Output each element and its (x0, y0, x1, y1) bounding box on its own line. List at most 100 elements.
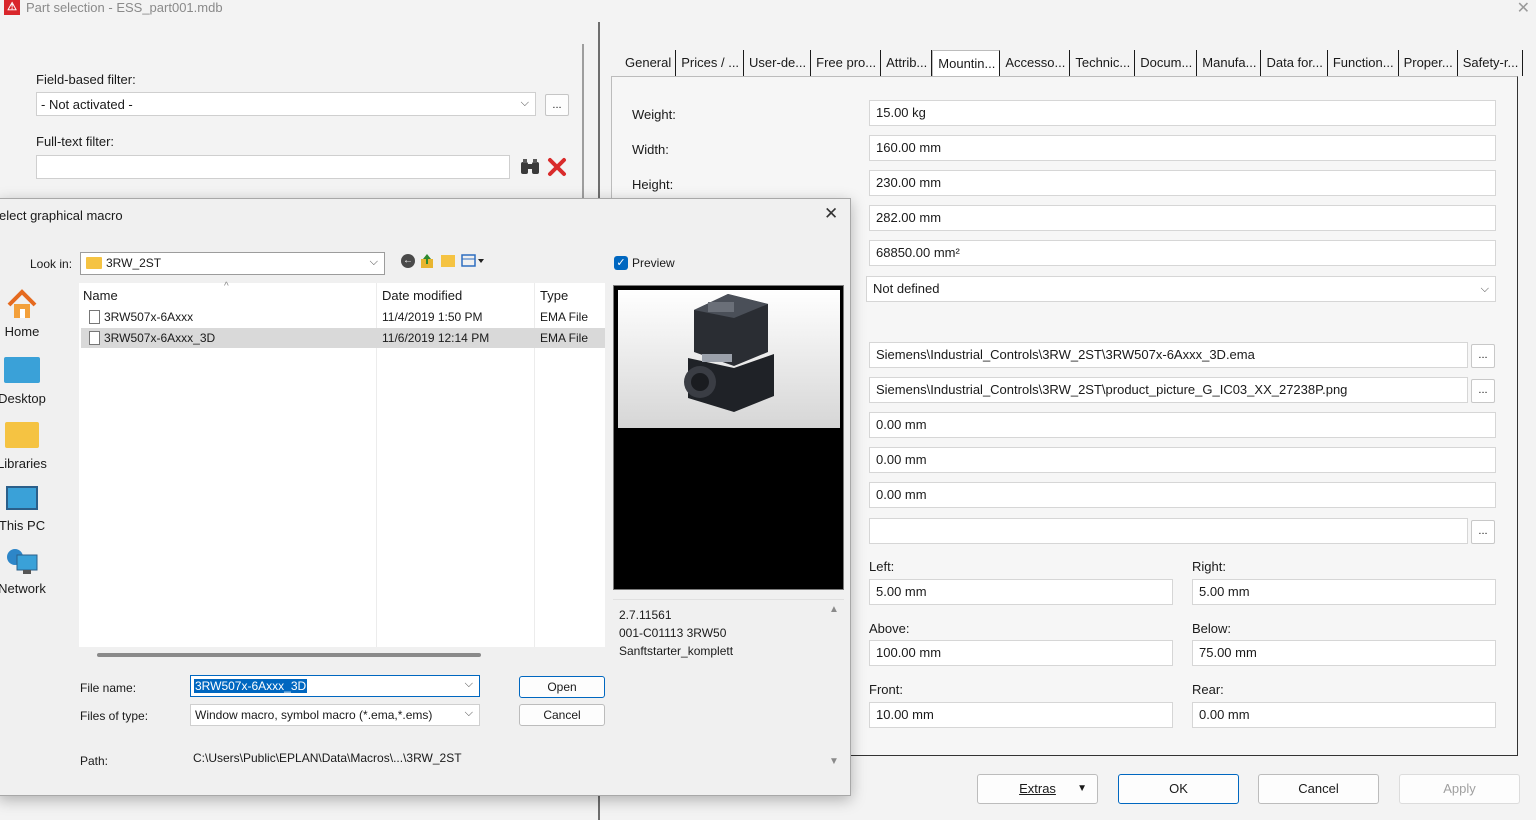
nav-network[interactable]: Network (0, 547, 52, 596)
tab-3[interactable]: Free pro... (811, 50, 882, 76)
depth-field[interactable]: 282.00 mm (869, 205, 1496, 231)
area-field[interactable]: 68850.00 mm² (869, 240, 1496, 266)
rear-clearance-field[interactable]: 0.00 mm (1192, 702, 1496, 728)
offset-field-2[interactable]: 0.00 mm (869, 447, 1496, 473)
left-clearance-field[interactable]: 5.00 mm (869, 579, 1173, 605)
dialog-cancel-button[interactable]: Cancel (519, 704, 605, 726)
look-in-select[interactable]: 3RW_2ST ⌵ (80, 252, 385, 275)
back-icon[interactable]: ← (401, 254, 415, 268)
below-label: Below: (1192, 621, 1232, 636)
tab-1[interactable]: Prices / ... (676, 50, 745, 76)
nav-home-label: Home (4, 324, 40, 339)
ok-button[interactable]: OK (1118, 774, 1239, 804)
tab-0[interactable]: General (620, 50, 677, 76)
description-line-1: 2.7.11561 (619, 608, 672, 622)
extras-button[interactable]: Extras ▼ (977, 774, 1098, 804)
files-of-type-value: Window macro, symbol macro (*.ema,*.ems) (195, 708, 433, 722)
picture-file-field[interactable]: Siemens\Industrial_Controls\3RW_2ST\prod… (869, 377, 1468, 403)
path-label: Path: (80, 754, 109, 768)
cancel-button[interactable]: Cancel (1258, 774, 1379, 804)
width-label: Width: (632, 142, 669, 157)
macro-description: 2.7.11561 001-C01113 3RW50 Sanftstarter_… (613, 599, 844, 773)
tab-11[interactable]: Function... (1328, 50, 1399, 76)
column-header-date[interactable]: Date modified (382, 288, 462, 303)
macro-browse-button[interactable]: ... (1471, 344, 1495, 368)
tab-6[interactable]: Accesso... (1000, 50, 1071, 76)
file-date: 11/4/2019 1:50 PM (382, 310, 483, 324)
empty-field[interactable] (869, 518, 1468, 544)
field-filter-select[interactable]: - Not activated - ⌵ (36, 92, 536, 116)
files-of-type-select[interactable]: Window macro, symbol macro (*.ema,*.ems)… (190, 704, 480, 726)
nav-libraries[interactable]: Libraries (0, 422, 52, 471)
field-filter-more-button[interactable]: ... (545, 94, 569, 116)
scroll-up-icon[interactable]: ▲ (829, 604, 839, 615)
tab-4[interactable]: Attrib... (881, 50, 933, 76)
file-type: EMA File (540, 310, 589, 324)
preview-image-area (618, 290, 840, 428)
field-filter-label: Field-based filter: (36, 72, 136, 87)
soft-starter-image (684, 294, 774, 412)
file-list[interactable]: ^ Name Date modified Type 3RW507x-6Axxx … (79, 281, 605, 647)
right-clearance-field[interactable]: 5.00 mm (1192, 579, 1496, 605)
file-date: 11/6/2019 12:14 PM (382, 331, 490, 345)
computer-icon (6, 486, 38, 510)
tab-7[interactable]: Technic... (1070, 50, 1136, 76)
height-field[interactable]: 230.00 mm (869, 170, 1496, 196)
nav-network-label: Network (0, 581, 46, 596)
tab-10[interactable]: Data for... (1261, 50, 1328, 76)
offset-field-3[interactable]: 0.00 mm (869, 482, 1496, 508)
tab-8[interactable]: Docum... (1135, 50, 1198, 76)
mounting-select[interactable]: Not defined ⌵ (866, 276, 1496, 302)
path-value: C:\Users\Public\EPLAN\Data\Macros\...\3R… (193, 751, 462, 765)
picture-browse-button[interactable]: ... (1471, 379, 1495, 403)
home-icon (7, 289, 37, 318)
width-field[interactable]: 160.00 mm (869, 135, 1496, 161)
new-folder-icon[interactable] (441, 255, 455, 267)
tab-13[interactable]: Safety-r... (1458, 50, 1524, 76)
macro-preview (613, 285, 844, 590)
up-folder-icon[interactable] (420, 253, 434, 269)
binoculars-icon[interactable] (519, 157, 543, 177)
height-label: Height: (632, 177, 674, 192)
weight-field[interactable]: 15.00 kg (869, 100, 1496, 126)
graphical-macro-field[interactable]: Siemens\Industrial_Controls\3RW_2ST\3RW5… (869, 342, 1468, 368)
extras-label: Extras (1019, 781, 1056, 796)
tab-2[interactable]: User-de... (744, 50, 812, 76)
above-clearance-field[interactable]: 100.00 mm (869, 640, 1173, 666)
horizontal-scrollbar[interactable] (97, 653, 481, 657)
tab-5[interactable]: Mountin... (932, 50, 1001, 76)
chevron-down-icon: ⌵ (520, 97, 529, 109)
clear-filter-icon[interactable] (546, 156, 568, 178)
chevron-down-icon: ⌵ (464, 678, 473, 690)
file-row[interactable]: 3RW507x-6Axxx 11/4/2019 1:50 PM EMA File (79, 307, 605, 327)
description-line-3: Sanftstarter_komplett (619, 644, 734, 658)
nav-desktop[interactable]: Desktop (0, 357, 52, 406)
tab-12[interactable]: Proper... (1399, 50, 1458, 76)
apply-button[interactable]: Apply (1399, 774, 1520, 804)
column-header-name[interactable]: Name (83, 288, 118, 303)
dialog-close-icon[interactable]: ✕ (824, 204, 838, 224)
tab-9[interactable]: Manufa... (1197, 50, 1262, 76)
scroll-down-icon[interactable]: ▼ (829, 756, 839, 767)
open-button[interactable]: Open (519, 676, 605, 698)
empty-field-browse-button[interactable]: ... (1471, 520, 1495, 544)
files-of-type-label: Files of type: (80, 709, 149, 723)
nav-this-pc[interactable]: This PC (0, 486, 52, 533)
front-clearance-field[interactable]: 10.00 mm (869, 702, 1173, 728)
window-close-icon[interactable]: ✕ (1517, 0, 1530, 18)
below-clearance-field[interactable]: 75.00 mm (1192, 640, 1496, 666)
preview-checkbox[interactable]: ✓ (614, 256, 628, 270)
file-name-input[interactable]: 3RW507x-6Axxx_3D ⌵ (190, 675, 480, 697)
caret-down-icon: ▼ (1077, 783, 1087, 794)
view-menu-icon[interactable] (461, 254, 485, 268)
offset-field-1[interactable]: 0.00 mm (869, 412, 1496, 438)
nav-desktop-label: Desktop (0, 391, 46, 406)
file-row-selected[interactable]: 3RW507x-6Axxx_3D 11/6/2019 12:14 PM EMA … (81, 328, 605, 348)
column-header-type[interactable]: Type (540, 288, 568, 303)
full-text-input[interactable] (36, 155, 510, 179)
app-icon: ⚠ (4, 0, 20, 15)
desktop-icon (4, 357, 40, 383)
chevron-down-icon: ⌵ (1480, 283, 1489, 295)
nav-home[interactable]: Home (0, 289, 52, 339)
file-name-value: 3RW507x-6Axxx_3D (194, 679, 308, 693)
